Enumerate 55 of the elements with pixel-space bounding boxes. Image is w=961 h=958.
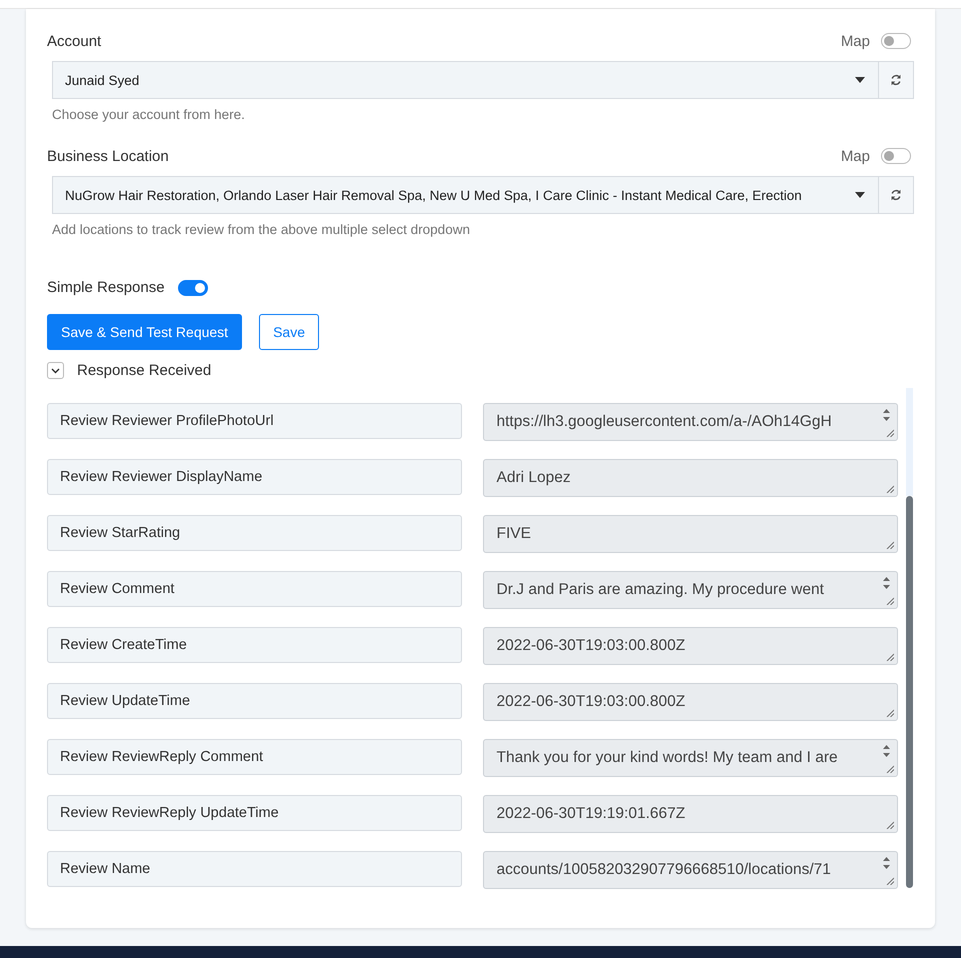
value-field[interactable]: 2022-06-30T19:03:00.800Z [482, 683, 898, 721]
refresh-icon [890, 74, 902, 86]
key-field[interactable]: Review Name [47, 851, 462, 887]
key-field[interactable]: Review ReviewReply Comment [47, 739, 462, 775]
toggle-switch[interactable] [178, 280, 208, 296]
help-text: Choose your account from here. [52, 107, 246, 122]
toggle-switch[interactable] [881, 33, 911, 49]
key-field[interactable]: Review StarRating [47, 515, 462, 551]
scroll-arrows-icon [882, 408, 891, 422]
save-send-button[interactable]: Save & Send Test Request [47, 314, 242, 350]
value-field[interactable]: Thank you for your kind words! My team and I are [482, 739, 898, 777]
caret-icon [855, 192, 865, 198]
help-text: Add locations to track review from the above multiple select dropdown [52, 222, 471, 237]
scroll-arrows-icon [882, 744, 891, 758]
save-button[interactable]: Save [259, 314, 319, 350]
field-label: Account [47, 32, 102, 50]
resize-grip-icon [886, 653, 894, 661]
chevron-down-icon [51, 368, 60, 374]
value-field[interactable]: accounts/100582032907796668510/locations/71 [482, 851, 898, 889]
refresh-button[interactable] [879, 61, 914, 99]
scrollbar[interactable] [906, 388, 913, 888]
refresh-icon [890, 189, 902, 201]
key-field[interactable]: Review Reviewer ProfilePhotoUrl [47, 403, 462, 439]
collapse-toggle[interactable] [47, 362, 64, 379]
value-field[interactable]: Dr.J and Paris are amazing. My procedure went [482, 571, 898, 609]
refresh-button[interactable] [879, 176, 914, 214]
caret-icon [855, 77, 865, 83]
select-field[interactable]: Junaid Syed [52, 61, 879, 99]
value-field[interactable]: 2022-06-30T19:03:00.800Z [482, 627, 898, 665]
resize-grip-icon [886, 765, 894, 773]
resize-grip-icon [886, 485, 894, 493]
key-field[interactable]: Review Reviewer DisplayName [47, 459, 462, 495]
scroll-arrows-icon [882, 856, 891, 870]
value-field[interactable]: https://lh3.googleusercontent.com/a-/AOh14GgH [482, 403, 898, 441]
toggle-switch[interactable] [881, 148, 911, 164]
value-field[interactable]: Adri Lopez [482, 459, 898, 497]
toggle-label: Simple Response [47, 279, 165, 296]
value-field[interactable]: 2022-06-30T19:19:01.667Z [482, 795, 898, 833]
select-field[interactable]: NuGrow Hair Restoration, Orlando Laser Hair Removal Spa, New U Med Spa, I Care Clinic - Instant Medical Care, Erection [52, 176, 879, 214]
value-field[interactable]: FIVE [482, 515, 898, 553]
resize-grip-icon [886, 821, 894, 829]
key-field[interactable]: Review Comment [47, 571, 462, 607]
resize-grip-icon [886, 709, 894, 717]
resize-grip-icon [886, 597, 894, 605]
map-label: Map [840, 148, 870, 164]
key-field[interactable]: Review CreateTime [47, 627, 462, 663]
scroll-arrows-icon [882, 576, 891, 590]
key-field[interactable]: Review UpdateTime [47, 683, 462, 719]
section-label: Response Received [77, 362, 212, 379]
resize-grip-icon [886, 541, 894, 549]
field-label: Business Location [47, 148, 169, 164]
resize-grip-icon [886, 429, 894, 437]
resize-grip-icon [886, 877, 894, 885]
key-field[interactable]: Review ReviewReply UpdateTime [47, 795, 462, 831]
map-label: Map [840, 32, 870, 50]
